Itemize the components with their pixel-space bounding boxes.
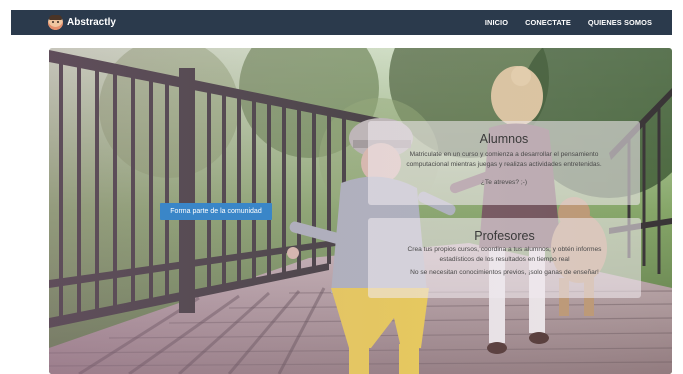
alumnos-card-desc-line1: Matriculate en un curso y comienza a des… xyxy=(409,151,599,158)
brand[interactable]: Abstractly xyxy=(48,13,116,32)
alumnos-card-desc-line2: computacional mientras juegas y realizas… xyxy=(406,160,602,168)
nav-link-quienes-somos[interactable]: QUIENES SOMOS xyxy=(588,18,652,27)
join-community-button[interactable]: Forma parte de la comunidad xyxy=(160,203,272,220)
avatar-logo-icon xyxy=(48,15,63,30)
hero-photo xyxy=(49,48,672,374)
alumnos-card-title: Alumnos xyxy=(479,132,529,146)
nav-link-inicio[interactable]: INICIO xyxy=(485,18,508,27)
top-navbar: Abstractly INICIO CONECTATE QUIENES SOMO… xyxy=(11,10,672,35)
alumnos-card-note: ¿Te atreves? ;-) xyxy=(480,179,528,186)
profesores-card-desc-line1: Crea tus propios cursos, coordina a tus … xyxy=(407,246,602,253)
nav-link-conectate[interactable]: CONECTATE xyxy=(525,18,571,27)
alumnos-card: Alumnos Matriculate en un curso y comien… xyxy=(368,121,640,205)
profesores-card-title: Profesores xyxy=(474,229,535,243)
profesores-card-desc-line2: estadísticos de los resultados en tiempo… xyxy=(439,255,570,263)
profesores-card-note: No se necesitan conocimientos previos, ¡… xyxy=(410,269,599,276)
hero-banner xyxy=(49,48,672,374)
profesores-card: Profesores Crea tus propios cursos, coor… xyxy=(368,218,641,298)
nav-links: INICIO CONECTATE QUIENES SOMOS xyxy=(485,10,652,35)
brand-name[interactable]: Abstractly xyxy=(67,17,116,28)
